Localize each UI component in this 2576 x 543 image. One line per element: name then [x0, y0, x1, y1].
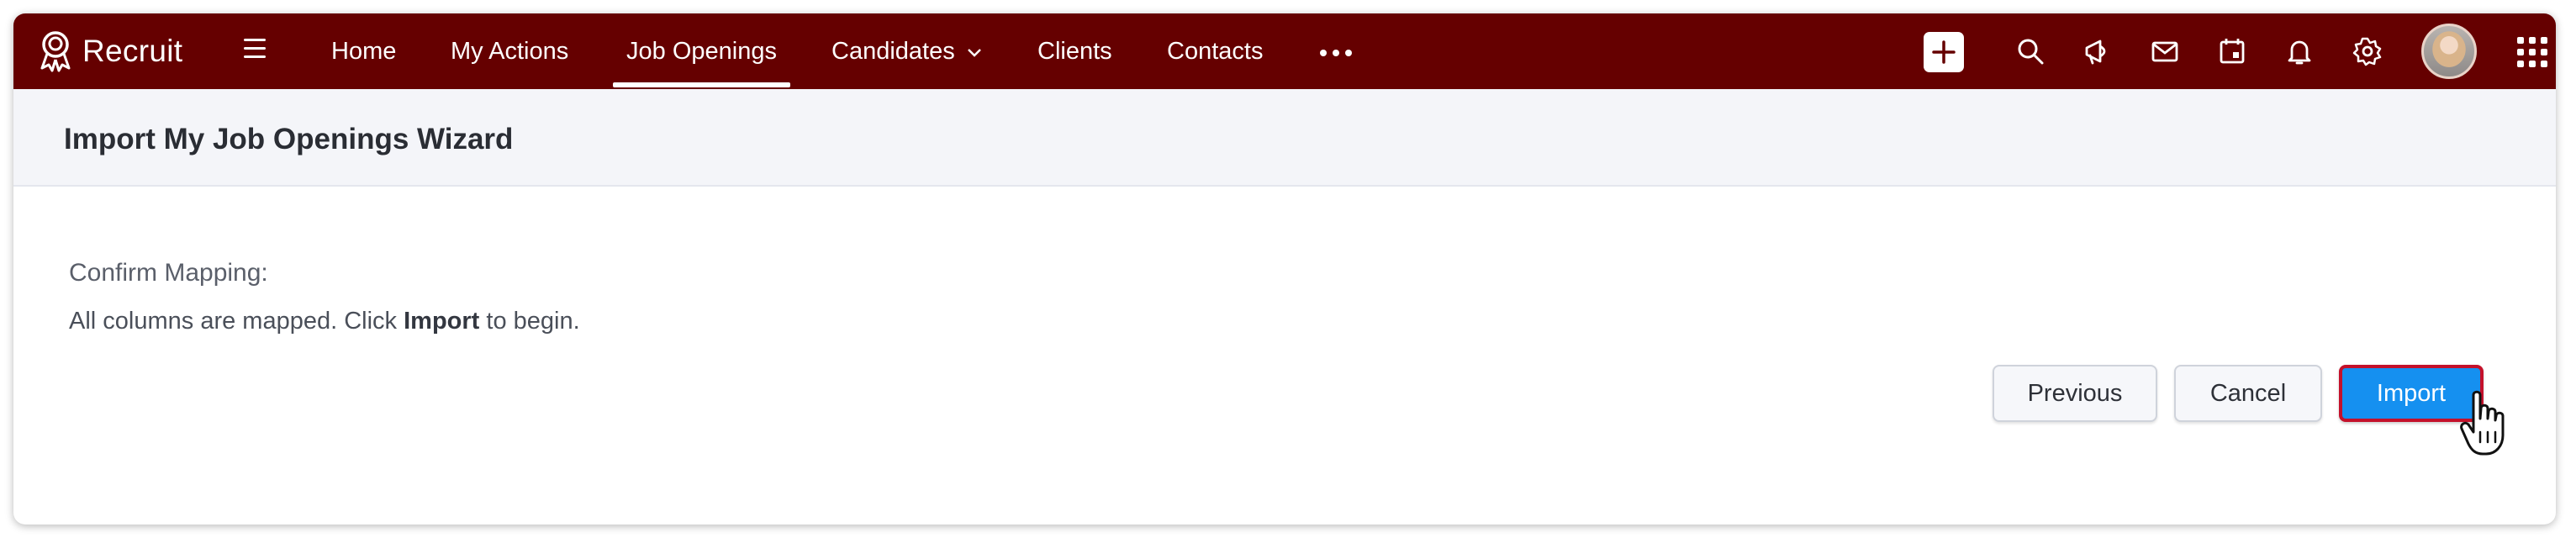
message-prefix: All columns are mapped. Click [69, 308, 404, 335]
nav-clients[interactable]: Clients [1037, 13, 1112, 89]
previous-button-label: Previous [2027, 379, 2123, 407]
gear-icon[interactable] [2352, 35, 2383, 67]
top-navigation-bar: Recruit Home My Actions Job Openings Can… [13, 13, 2556, 89]
message-suffix: to begin. [479, 308, 580, 335]
nav-my-actions-label: My Actions [451, 37, 569, 65]
import-button-label: Import [2376, 379, 2447, 407]
avatar[interactable] [2421, 24, 2477, 79]
previous-button[interactable]: Previous [1993, 365, 2157, 422]
section-label: Confirm Mapping: [69, 259, 268, 287]
nav-contacts-label: Contacts [1167, 37, 1264, 65]
more-icon[interactable] [1320, 50, 1352, 56]
nav-contacts[interactable]: Contacts [1167, 13, 1263, 89]
nav-candidates-label: Candidates [831, 37, 955, 65]
brand[interactable]: Recruit [37, 13, 182, 89]
hand-cursor-icon [2460, 390, 2505, 456]
cancel-button[interactable]: Cancel [2174, 365, 2322, 422]
mail-icon[interactable] [2149, 35, 2181, 67]
search-icon[interactable] [2014, 35, 2046, 67]
nav-my-actions[interactable]: My Actions [451, 13, 568, 89]
app-window: Recruit Home My Actions Job Openings Can… [13, 13, 2556, 525]
menu-icon[interactable] [244, 39, 271, 64]
page-title: Import My Job Openings Wizard [64, 123, 514, 156]
nav-home[interactable]: Home [331, 13, 396, 89]
cancel-button-label: Cancel [2209, 379, 2287, 407]
nav-candidates[interactable]: Candidates [831, 13, 982, 89]
bell-icon[interactable] [2283, 35, 2315, 67]
title-band: Import My Job Openings Wizard [13, 89, 2556, 187]
app-name: Recruit [82, 34, 183, 68]
nav-job-openings[interactable]: Job Openings [613, 13, 790, 89]
recruit-logo-icon [40, 31, 71, 72]
chevron-down-icon [967, 49, 981, 57]
nav-clients-label: Clients [1037, 37, 1112, 65]
nav-home-label: Home [331, 37, 397, 65]
calendar-icon[interactable] [2216, 35, 2248, 67]
apps-grid-icon[interactable] [2517, 37, 2547, 67]
megaphone-icon[interactable] [2082, 35, 2114, 67]
message-bold: Import [404, 308, 480, 335]
plus-icon[interactable] [1924, 32, 1964, 72]
status-message: All columns are mapped. Click Import to … [69, 308, 580, 335]
nav-job-openings-label: Job Openings [626, 37, 777, 65]
